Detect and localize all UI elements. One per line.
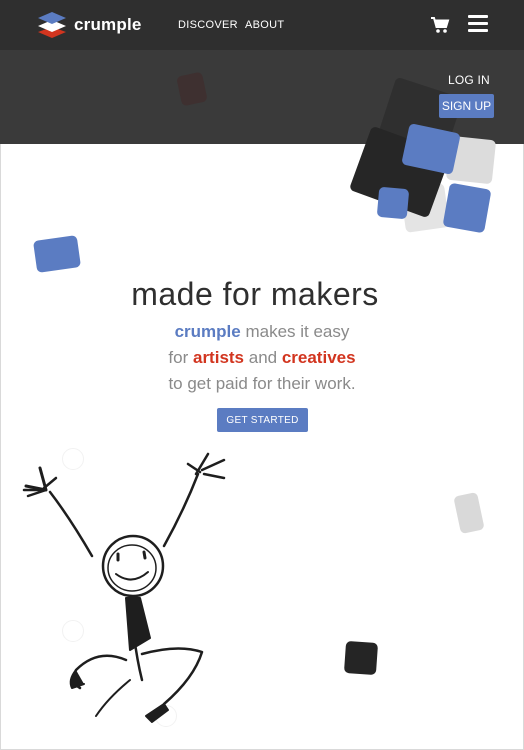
decor-square-blue-small	[376, 186, 410, 220]
logo-stack-icon	[38, 12, 66, 38]
hero-tagline-line-1: crumple makes it easy	[0, 322, 524, 342]
decor-square-black-bottom	[343, 640, 379, 676]
top-navbar: crumple DISCOVER ABOUT	[0, 0, 524, 50]
nav-about-link[interactable]: ABOUT	[245, 19, 284, 31]
login-link[interactable]: LOG IN	[448, 73, 490, 87]
nav-discover-link[interactable]: DISCOVER	[178, 19, 238, 31]
brand-logo[interactable]: crumple	[36, 11, 142, 39]
cart-button[interactable]	[430, 16, 450, 39]
tagline-for: for	[168, 348, 193, 367]
hamburger-menu-icon[interactable]	[468, 15, 488, 33]
decor-square-blue-right	[442, 182, 492, 234]
get-started-button[interactable]: GET STARTED	[217, 408, 308, 432]
jumping-stick-figure-illustration	[22, 452, 226, 723]
tagline-and: and	[244, 348, 282, 367]
hero-tagline-line-2: for artists and creatives	[0, 348, 524, 368]
tagline-makes-easy: makes it easy	[240, 322, 350, 341]
cart-icon	[431, 17, 450, 33]
tagline-artists: artists	[192, 348, 245, 367]
hero-headline: made for makers	[131, 276, 379, 312]
brand-name: crumple	[74, 15, 142, 34]
hero-tagline-line-3: to get paid for their work.	[168, 374, 356, 393]
signup-button[interactable]: SIGN UP	[439, 94, 494, 118]
tagline-brand: crumple	[174, 322, 241, 341]
tagline-creatives: creatives	[281, 348, 356, 367]
decor-square-blue-left	[32, 235, 82, 273]
